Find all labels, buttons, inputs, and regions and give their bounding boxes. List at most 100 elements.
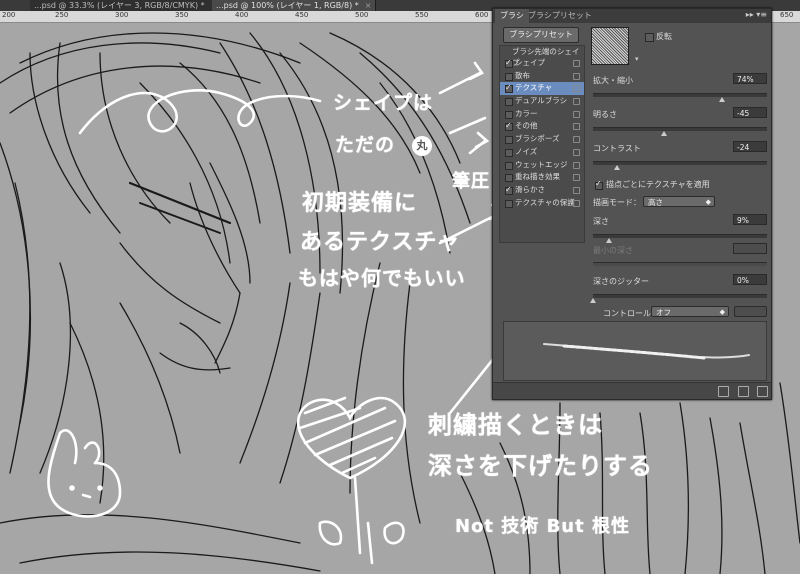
contrast-field[interactable]: -24 [733, 141, 767, 152]
ruler-tick: 400 [235, 11, 249, 19]
pressure-note: 筆圧 [452, 171, 490, 192]
lock-icon[interactable] [573, 148, 580, 156]
setting-checkbox[interactable] [505, 110, 513, 119]
brush-settings-list: ブラシ先端のシェイプ シェイプ散布テクスチャデュアルブラシカラーその他ブラシポー… [499, 45, 585, 243]
brush-setting-item[interactable]: ブラシポーズ [500, 133, 584, 146]
circle-badge: 丸 [412, 136, 432, 156]
panel-menu-icon[interactable]: ▸▸ ▾≡ [746, 10, 767, 19]
setting-checkbox[interactable] [505, 184, 513, 197]
brush-setting-item[interactable]: 滑らかさ [500, 184, 584, 197]
lock-icon[interactable] [573, 136, 580, 144]
brush-setting-item[interactable]: テクスチャ [500, 82, 584, 95]
setting-checkbox[interactable] [505, 199, 513, 208]
depth-slider[interactable] [593, 234, 767, 243]
lock-icon[interactable] [573, 161, 580, 169]
brush-stroke-preview [503, 321, 767, 381]
setting-checkbox[interactable] [505, 72, 513, 81]
lock-icon[interactable] [573, 174, 580, 182]
texture-each-tip-checkbox[interactable] [595, 179, 603, 190]
panel-footer [493, 382, 771, 399]
invert-checkbox[interactable] [645, 33, 654, 42]
setting-checkbox[interactable] [505, 148, 513, 157]
tab-brush-presets[interactable]: ブラシプリセット [523, 9, 597, 23]
setting-label: ノイズ [515, 146, 538, 156]
contrast-slider-knob[interactable] [614, 165, 621, 170]
min-depth-field [733, 243, 767, 254]
brush-presets-button[interactable]: ブラシプリセット [503, 27, 579, 43]
panel-tab-bar: ブラシ ブラシプリセット ▸▸ ▾≡ [493, 9, 771, 23]
ruler-tick: 500 [355, 11, 369, 19]
brush-setting-item[interactable]: 重ね描き効果 [500, 171, 584, 184]
depth-field[interactable]: 9% [733, 214, 767, 225]
lock-icon[interactable] [573, 98, 580, 106]
scale-slider-knob[interactable] [718, 97, 725, 102]
setting-checkbox[interactable] [505, 161, 513, 170]
brush-setting-item[interactable]: その他 [500, 120, 584, 133]
brightness-slider-knob[interactable] [661, 131, 668, 136]
brush-setting-item[interactable]: シェイプ [500, 57, 584, 70]
ruler-tick: 250 [55, 11, 69, 19]
brush-setting-item[interactable]: ウェットエッジ [500, 159, 584, 172]
texture-menu-icon[interactable]: ▾ [635, 55, 639, 63]
texture-pattern-swatch[interactable] [591, 27, 629, 65]
mode-label: 描画モード： [593, 198, 641, 207]
motto: Not 技術 But 根性 [455, 516, 630, 537]
setting-label: 散布 [515, 70, 530, 80]
chevron-down-icon: ◆ [705, 198, 711, 206]
brush-setting-item[interactable]: テクスチャの保護 [500, 197, 584, 210]
contrast-slider[interactable] [593, 161, 767, 170]
texture-note-line3: もはや何でもいい [298, 266, 466, 290]
setting-label: デュアルブラシ [515, 96, 568, 106]
lock-icon[interactable] [573, 123, 580, 131]
scale-field[interactable]: 74% [733, 73, 767, 84]
setting-checkbox[interactable] [505, 98, 513, 107]
lock-icon[interactable] [573, 60, 580, 67]
lock-icon[interactable] [573, 110, 580, 118]
depth-label: 深さ [593, 217, 609, 226]
new-preset-icon[interactable] [757, 386, 768, 397]
setting-label: ウェットエッジ [515, 159, 568, 169]
texture-note-line1: 初期装備に [302, 191, 418, 216]
lock-icon[interactable] [573, 85, 580, 93]
scale-label: 拡大・縮小 [593, 76, 633, 85]
control-source-field [734, 306, 767, 317]
document-tab-2[interactable]: ...psd @ 100% (レイヤー 1, RGB/8) * × [212, 0, 377, 11]
close-icon[interactable]: × [365, 1, 372, 10]
grid-icon[interactable] [738, 386, 749, 397]
lock-icon[interactable] [573, 199, 580, 207]
depth-jitter-slider-knob[interactable] [590, 298, 596, 303]
control-select[interactable]: オフ ◆ [651, 306, 729, 317]
brightness-field[interactable]: -45 [733, 107, 767, 118]
eye-icon[interactable] [718, 386, 729, 397]
setting-checkbox[interactable] [505, 120, 513, 133]
texture-each-tip-label: 描点ごとにテクスチャを適用 [606, 180, 710, 189]
mode-select-value: 高さ [648, 198, 663, 207]
depth-jitter-field[interactable]: 0% [733, 274, 767, 285]
stroke-preview-graphic [543, 343, 750, 360]
scale-slider[interactable] [593, 93, 767, 102]
brightness-slider[interactable] [593, 127, 767, 136]
brush-tip-shape-item[interactable]: ブラシ先端のシェイプ [500, 46, 584, 67]
brush-setting-item[interactable]: ノイズ [500, 146, 584, 159]
brush-setting-item[interactable]: 散布 [500, 70, 584, 83]
depth-jitter-slider[interactable] [590, 294, 767, 303]
setting-checkbox[interactable] [505, 174, 513, 183]
setting-label: テクスチャの保護 [515, 197, 575, 207]
depth-note-line2: 深さを下げたりする [428, 452, 653, 480]
setting-checkbox[interactable] [505, 82, 513, 95]
lock-icon[interactable] [573, 186, 580, 194]
ruler-tick: 350 [175, 11, 189, 19]
document-tab-1[interactable]: ...psd @ 33.3% (レイヤー 3, RGB/8/CMYK) *× [30, 0, 223, 11]
setting-checkbox[interactable] [505, 57, 513, 70]
setting-checkbox[interactable] [505, 136, 513, 145]
brush-setting-item[interactable]: デュアルブラシ [500, 95, 584, 108]
ruler-tick: 650 [780, 11, 794, 19]
brush-setting-item[interactable]: カラー [500, 108, 584, 121]
shape-note-line2: ただの [335, 134, 396, 156]
setting-label: 重ね描き効果 [515, 172, 560, 182]
ruler-tick: 450 [295, 11, 309, 19]
setting-label: ブラシポーズ [515, 134, 560, 144]
depth-slider-knob[interactable] [605, 238, 612, 243]
lock-icon[interactable] [573, 72, 580, 80]
mode-select[interactable]: 高さ ◆ [643, 196, 715, 207]
